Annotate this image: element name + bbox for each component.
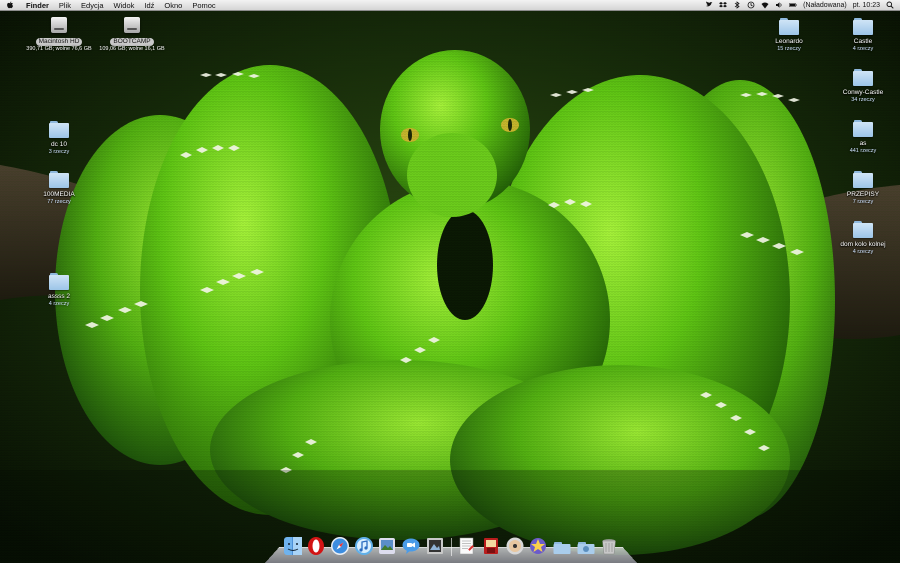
menu-app-finder[interactable]: Finder [21, 0, 54, 11]
folder-item-count: 441 rzeczy [849, 148, 877, 154]
folder-name: Leonardo [775, 38, 803, 45]
menu-edit[interactable]: Edycja [76, 0, 109, 11]
menubar-status-area: (Naładowana) pt. 10:23 [705, 1, 900, 9]
hard-drive-icon [122, 15, 142, 35]
menubar-clock[interactable]: pt. 10:23 [853, 2, 880, 9]
itunes-icon[interactable] [354, 536, 374, 556]
downloads-stack-icon[interactable] [576, 536, 596, 556]
finder-icon[interactable] [283, 536, 303, 556]
drive-name: BOOTCAMP [110, 38, 154, 46]
folder-name: assss 2 [47, 293, 71, 300]
folder-icon [852, 170, 874, 188]
hard-drive-icon [49, 15, 69, 35]
desktop-folder-conwy-castle[interactable]: Conwy-Castle 34 rzeczy [828, 68, 898, 104]
dock-separator [450, 538, 452, 556]
twitter-bird-icon[interactable] [705, 1, 713, 9]
folder-name: Conwy-Castle [842, 89, 884, 96]
desktop-folder-assss-2[interactable]: assss 2 4 rzeczy [24, 272, 94, 308]
desktop-folder-dc-10[interactable]: dc 10 3 rzeczy [24, 120, 94, 156]
time-machine-icon[interactable] [747, 1, 755, 9]
drive-info: 390,71 GB; wolne 76,6 GB [26, 46, 92, 52]
folder-item-count: 4 rzeczy [852, 249, 874, 255]
menu-file[interactable]: Plik [54, 0, 76, 11]
frontrow-icon[interactable] [528, 536, 548, 556]
bluetooth-icon[interactable] [733, 1, 741, 9]
menu-bar: Finder Plik Edycja Widok Idź Okno Pomoc … [0, 0, 900, 11]
folder-icon [852, 119, 874, 137]
folder-item-count: 3 rzeczy [48, 149, 70, 155]
folder-item-count: 4 rzeczy [48, 301, 70, 307]
ichat-icon[interactable] [401, 536, 421, 556]
folder-name: as [859, 140, 867, 147]
folder-icon [48, 120, 70, 138]
wifi-icon[interactable] [761, 1, 769, 9]
iphoto-icon[interactable] [377, 536, 397, 556]
menu-help[interactable]: Pomoc [187, 0, 220, 11]
textedit-icon[interactable] [457, 536, 477, 556]
trash-icon[interactable] [599, 536, 619, 556]
desktop-drive-macintosh-hd[interactable]: Macintosh HD 390,71 GB; wolne 76,6 GB [24, 15, 94, 53]
folder-item-count: 15 rzeczy [777, 46, 801, 52]
desktop-folder-leonardo[interactable]: Leonardo 15 rzeczy [754, 17, 824, 53]
folder-name: dc 10 [51, 141, 67, 148]
opera-icon[interactable] [306, 536, 326, 556]
apple-menu-icon[interactable] [6, 1, 15, 10]
folder-name: dom kolo kolnej [840, 241, 886, 248]
folder-icon [852, 17, 874, 35]
safari-icon[interactable] [330, 536, 350, 556]
desktop-folder-100media[interactable]: 100MEDIA 77 rzeczy [24, 170, 94, 206]
menu-view[interactable]: Widok [109, 0, 140, 11]
dvd-player-icon[interactable] [505, 536, 525, 556]
folder-item-count: 7 rzeczy [852, 199, 874, 205]
desktop-folder-as[interactable]: as 441 rzeczy [828, 119, 898, 155]
folder-icon [852, 220, 874, 238]
desktop-folder-dom-kolo-kolnej[interactable]: dom kolo kolnej 4 rzeczy [828, 220, 898, 256]
folder-icon [48, 170, 70, 188]
applications-stack-icon[interactable] [552, 536, 572, 556]
photobooth-icon[interactable] [481, 536, 501, 556]
desktop-folder-przepisy[interactable]: PRZEPISY 7 rzeczy [828, 170, 898, 206]
folder-icon [48, 272, 70, 290]
spotlight-search-icon[interactable] [886, 1, 894, 9]
folder-item-count: 34 rzeczy [851, 97, 875, 103]
folder-icon [778, 17, 800, 35]
battery-status-text: (Naładowana) [803, 1, 847, 9]
folder-name: Castle [853, 38, 873, 45]
folder-name: PRZEPISY [846, 191, 880, 198]
menu-window[interactable]: Okno [159, 0, 187, 11]
desktop-wallpaper [0, 0, 900, 563]
folder-item-count: 77 rzeczy [47, 199, 71, 205]
drive-info: 109,06 GB; wolne 16,1 GB [99, 46, 165, 52]
folder-icon [852, 68, 874, 86]
volume-icon[interactable] [775, 1, 783, 9]
menu-go[interactable]: Idź [139, 0, 159, 11]
folder-name: 100MEDIA [43, 191, 75, 198]
drive-name: Macintosh HD [35, 38, 83, 46]
desktop-folder-castle[interactable]: Castle 4 rzeczy [828, 17, 898, 53]
battery-icon[interactable] [789, 1, 797, 9]
dock [270, 532, 632, 556]
preview-icon[interactable] [425, 536, 445, 556]
folder-item-count: 4 rzeczy [852, 46, 874, 52]
dropbox-icon[interactable] [719, 1, 728, 9]
desktop-drive-bootcamp[interactable]: BOOTCAMP 109,06 GB; wolne 16,1 GB [97, 15, 167, 53]
